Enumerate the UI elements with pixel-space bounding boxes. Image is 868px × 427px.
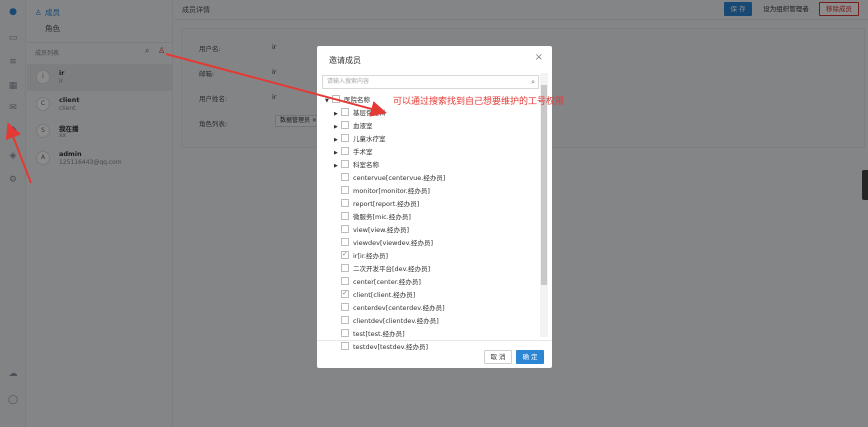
annotation-arrows — [5, 53, 387, 184]
arrow-to-search — [165, 53, 387, 117]
arrow-to-users-icon — [5, 122, 32, 184]
